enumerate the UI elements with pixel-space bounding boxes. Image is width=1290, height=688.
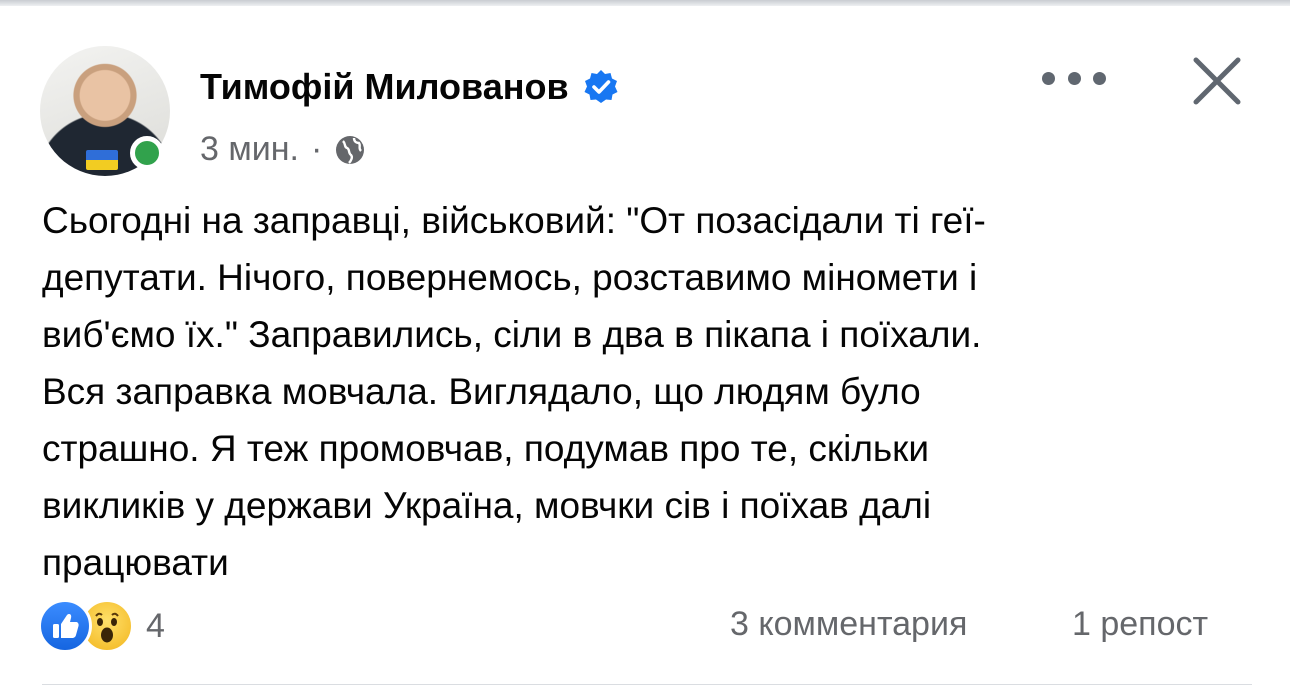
globe-icon[interactable] — [334, 134, 366, 166]
close-icon[interactable] — [1188, 52, 1246, 110]
more-dot — [1042, 71, 1055, 85]
online-status-indicator — [130, 136, 164, 170]
avatar-flag-patch — [86, 150, 118, 170]
like-reaction-icon — [38, 599, 92, 653]
more-dot — [1093, 71, 1106, 85]
reaction-count[interactable]: 4 — [146, 607, 165, 646]
meta-separator: · — [310, 130, 323, 168]
post-timestamp[interactable]: 3 мин. — [200, 130, 299, 169]
post-author[interactable]: Тимофій Милованов — [200, 66, 619, 108]
actions-divider — [42, 684, 1252, 685]
more-options-icon[interactable] — [1042, 64, 1106, 92]
shares-count-link[interactable]: 1 репост — [1072, 605, 1208, 644]
verified-icon — [584, 70, 618, 103]
author-name[interactable]: Тимофій Милованов — [200, 66, 569, 108]
post-meta: 3 мин. · — [200, 130, 366, 169]
facebook-post: Тимофій Милованов 3 мин. · Сьогодні на з… — [0, 0, 1290, 688]
more-dot — [1067, 71, 1081, 85]
post-text: Сьогодні на заправці, військовий: "От по… — [42, 200, 986, 583]
comments-count-link[interactable]: 3 комментария — [730, 605, 967, 644]
thumbs-up-icon — [53, 614, 79, 638]
reactions-summary[interactable]: 4 — [38, 598, 165, 654]
